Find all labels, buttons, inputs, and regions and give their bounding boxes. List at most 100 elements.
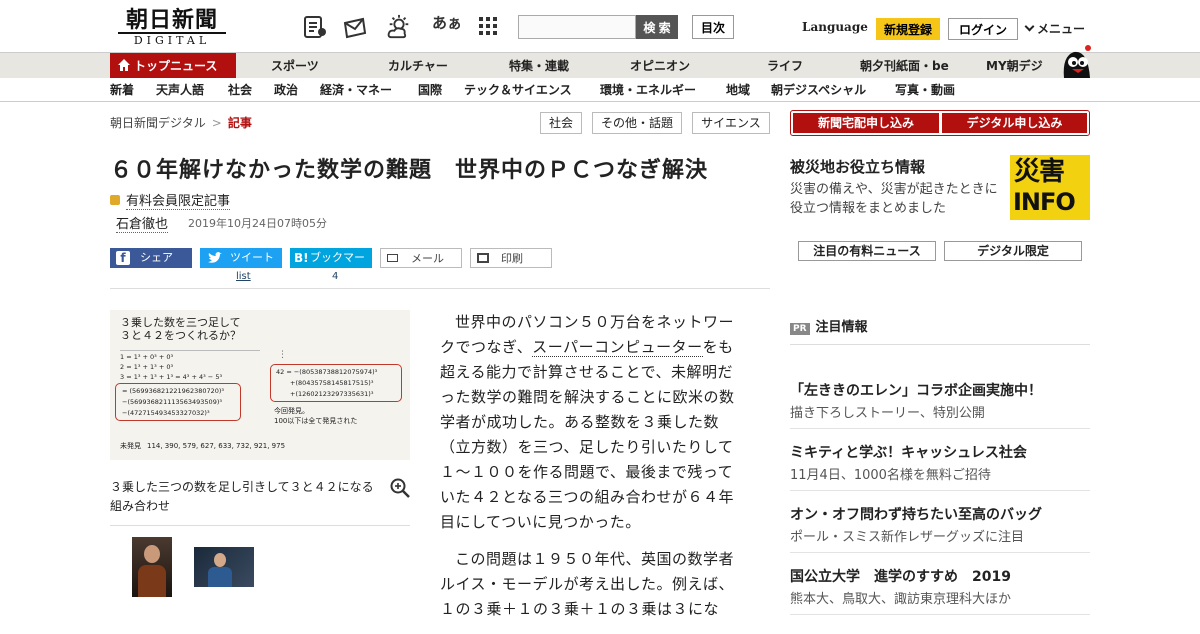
article-figure[interactable]: ３乗した数を三つ足して ３と４２をつくれるか？ 1 = 1³ + 0³ + 0³… [110, 310, 410, 460]
hatena-bookmark-button[interactable]: B! ブックマーク [290, 248, 372, 284]
pr-item-title[interactable]: 国公立大学 進学のすすめ 2019 [790, 566, 1011, 586]
pr-heading-label: 注目情報 [815, 320, 868, 335]
nav-top-news-label: トップニュース [134, 59, 218, 73]
keyword-link[interactable]: スーパーコンピューター [532, 338, 703, 357]
scientist-photo-thumbnail[interactable] [194, 547, 254, 587]
pr-heading: PR 注目情報 [790, 316, 868, 335]
divider [110, 525, 410, 526]
news-icon[interactable] [302, 14, 328, 40]
search-input[interactable] [518, 15, 636, 39]
person-silhouette-icon [214, 553, 226, 567]
disaster-logo-jp: 災害 [1014, 157, 1065, 187]
font-size-icon[interactable]: あぁ [432, 12, 462, 38]
subnav-economy[interactable]: 経済・マネー [320, 78, 392, 102]
subnav-environment[interactable]: 環境・エネルギー [600, 78, 696, 102]
subnav-international[interactable]: 国際 [418, 78, 442, 102]
pr-item-title[interactable]: ミキティと学ぶ！キャッシュレス社会 [790, 442, 1027, 462]
print-button[interactable]: 印刷 [470, 248, 552, 268]
language-link[interactable]: Language [802, 20, 868, 34]
subscription-box: 新聞宅配申し込み デジタル申し込み [790, 110, 1090, 136]
subnav-politics[interactable]: 政治 [274, 78, 298, 102]
facebook-share-button[interactable]: f シェア [110, 248, 192, 268]
nav-opinion[interactable]: オピニオン [630, 53, 690, 79]
logo-en: DIGITAL [118, 32, 226, 48]
tab-digital-only[interactable]: デジタル限定 [944, 241, 1082, 261]
body-paragraph-2: この問題は１９５０年代、英国の数学者ルイス・モーデルが考え出した。例えば、１の３… [440, 550, 735, 618]
mail-share-label: メール [411, 252, 444, 265]
newspaper-order-button[interactable]: 新聞宅配申し込み [793, 113, 939, 133]
lock-icon [110, 195, 120, 205]
tweet-count[interactable]: list [236, 271, 251, 282]
figure-ellipsis: ⋮ [278, 350, 287, 360]
breadcrumb-home[interactable]: 朝日新聞デジタル [110, 116, 206, 130]
figure-divider [120, 350, 260, 351]
subnav-society[interactable]: 社会 [228, 78, 252, 102]
nav-paper[interactable]: 朝夕刊紙面・be [860, 53, 949, 79]
divider [790, 552, 1090, 553]
subnav-photo[interactable]: 写真・動画 [895, 78, 955, 102]
figure-question: ３乗した数を三つ足して ３と４２をつくれるか？ [120, 316, 241, 342]
figure-eq-3: 3 = 1³ + 1³ + 1³ = 4³ + 4³ − 5³ [120, 373, 223, 381]
subnav-tech[interactable]: テック＆サイエンス [464, 78, 572, 102]
figure-eq-42c: +(12602123297335631)³ [290, 390, 374, 398]
article-body: 世界中のパソコン５０万台をネットワークでつなぎ、スーパーコンピューターをも超える… [440, 310, 745, 634]
breadcrumb-separator: > [211, 116, 222, 130]
disaster-info-title[interactable]: 被災地お役立ち情報 [790, 156, 925, 177]
pr-item-subtitle: 熊本大、鳥取大、諏訪東京理科大ほか [790, 592, 1012, 607]
menu-button[interactable]: メニュー [1024, 20, 1085, 37]
nav-sports[interactable]: スポーツ [271, 53, 319, 79]
pr-item-title[interactable]: 「左ききのエレン」コラボ企画実施中！ [790, 380, 1042, 400]
nav-life[interactable]: ライフ [767, 53, 803, 79]
header: 朝日新聞 DIGITAL あぁ 検 索 目次 Language 新規登録 ログイ… [0, 0, 1200, 52]
publish-date: 2019年10月24日07時05分 [188, 217, 327, 230]
person-body-shape [208, 567, 232, 587]
disaster-info-text: 災害の備えや、災害が起きたときに役立つ情報をまとめました [790, 182, 998, 216]
facebook-share-label: シェア [140, 251, 173, 264]
mail-icon[interactable] [342, 14, 368, 40]
tag-topics[interactable]: その他・話題 [592, 112, 682, 134]
figure-unfound-values: 114, 390, 579, 627, 633, 732, 921, 975 [147, 442, 286, 450]
figure-eq-1: 1 = 1³ + 0³ + 0³ [120, 353, 174, 361]
search-button[interactable]: 検 索 [636, 15, 678, 39]
zoom-icon[interactable] [390, 478, 410, 498]
register-button[interactable]: 新規登録 [876, 18, 940, 40]
subnav-local[interactable]: 地域 [726, 78, 750, 102]
tab-paid-news[interactable]: 注目の有料ニュース [798, 241, 936, 261]
disaster-info-logo[interactable]: 災害 INFO [1010, 155, 1090, 220]
tag-society[interactable]: 社会 [540, 112, 582, 134]
figure-eq-3c: −(472715493453327032)³ [122, 409, 210, 417]
figure-eq-3a: = (569936821221962380720)³ [122, 387, 225, 395]
grid-icon[interactable] [478, 16, 498, 36]
body-paragraph-1: 世界中のパソコン５０万台をネットワークでつなぎ、スーパーコンピューターをも超える… [440, 310, 745, 535]
figure-found-1: 今回発見。 [274, 407, 309, 415]
logo-jp: 朝日新聞 [125, 7, 218, 33]
nav-culture[interactable]: カルチャー [388, 53, 448, 79]
index-button[interactable]: 目次 [692, 15, 734, 39]
digital-order-button[interactable]: デジタル申し込み [942, 113, 1087, 133]
breadcrumb-current: 記事 [227, 116, 252, 130]
divider [790, 428, 1090, 429]
nav-my[interactable]: MY朝デジ [986, 53, 1043, 79]
asahi-logo[interactable]: 朝日新聞 DIGITAL [118, 7, 226, 48]
author-link[interactable]: 石倉徹也 [116, 213, 169, 233]
mail-share-button[interactable]: メール [380, 248, 462, 268]
subnav-tensei[interactable]: 天声人語 [156, 78, 204, 102]
author-photo-thumbnail[interactable] [132, 537, 172, 597]
nav-features[interactable]: 特集・連載 [509, 53, 569, 79]
subnav-special[interactable]: 朝デジスペシャル [771, 78, 866, 102]
divider [790, 614, 1090, 615]
tag-science[interactable]: サイエンス [692, 112, 770, 134]
login-button[interactable]: ログイン [948, 18, 1018, 40]
main-nav: トップニュース スポーツ カルチャー 特集・連載 オピニオン ライフ 朝夕刊紙面… [0, 52, 1200, 79]
figure-eq-2: 2 = 1³ + 1³ + 0³ [120, 363, 174, 371]
pr-item-subtitle: ポール・スミス新作レザーグッズに注目 [790, 530, 1025, 545]
tweet-button[interactable]: ツイート [200, 248, 282, 268]
tweet-label: ツイート [230, 251, 274, 264]
pr-item-title[interactable]: オン・オフ問わず持ちたい至高のバッグ [790, 504, 1042, 524]
weather-icon[interactable] [386, 14, 412, 40]
nav-top-news[interactable]: トップニュース [110, 53, 236, 79]
subnav-new[interactable]: 新着 [110, 78, 134, 102]
figure-eq-3b: −(569936821113563493509)³ [122, 398, 222, 406]
chevron-down-icon [1024, 21, 1035, 32]
mascot-icon[interactable] [1058, 42, 1094, 78]
